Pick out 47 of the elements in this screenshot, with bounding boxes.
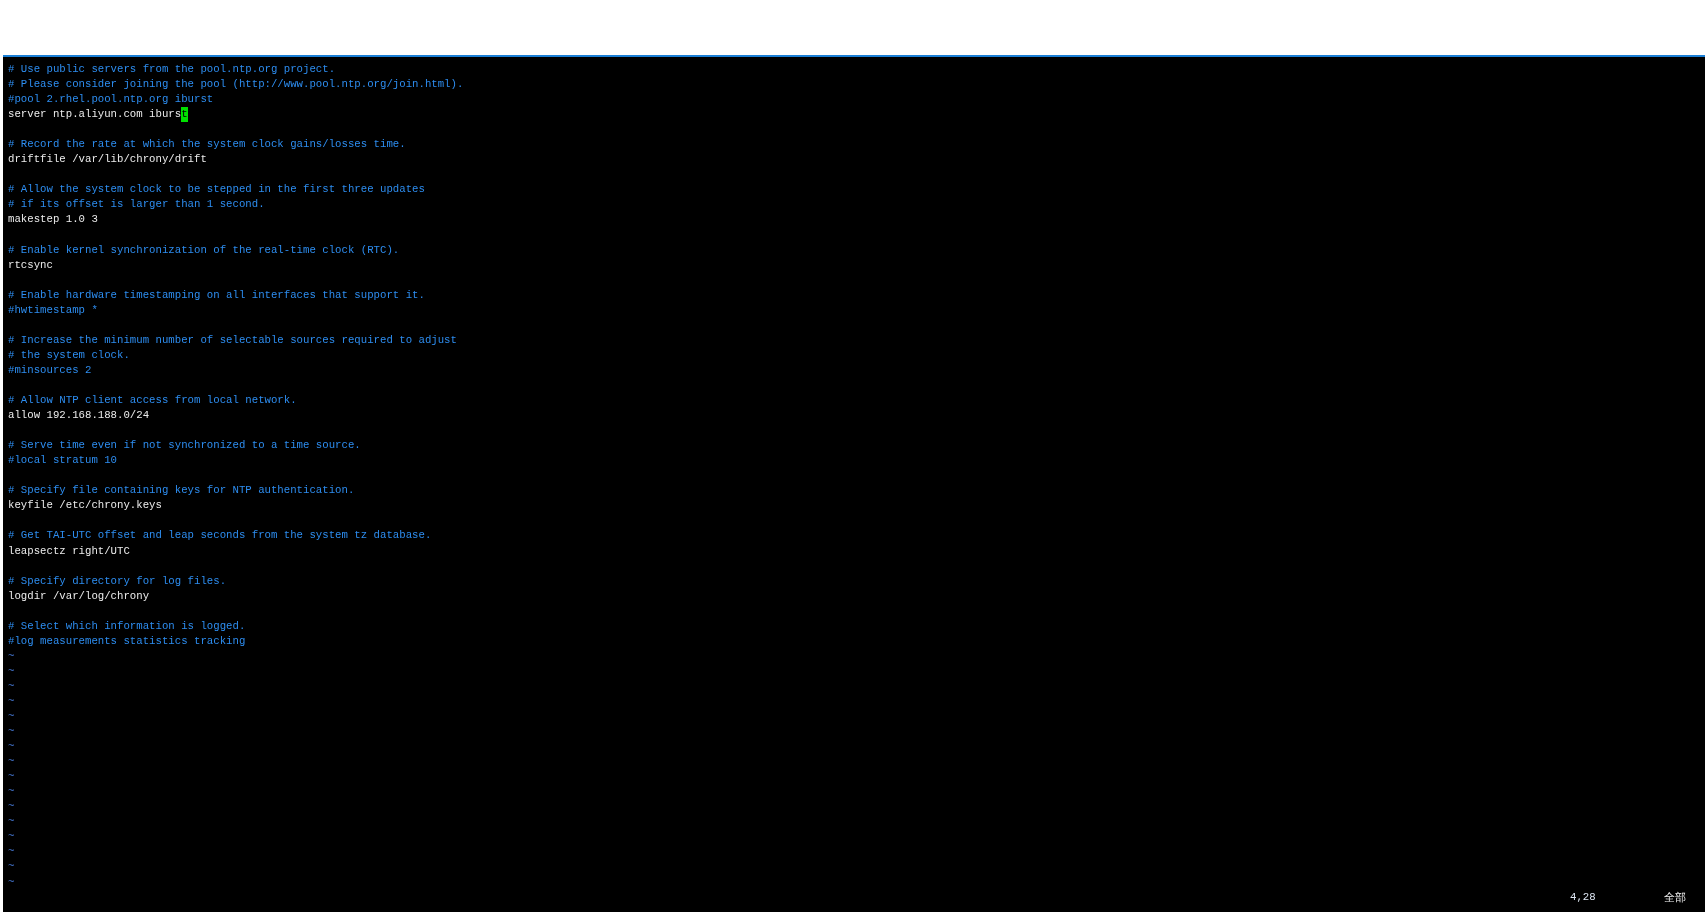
comment-line: # Specify directory for log files. <box>8 573 227 589</box>
empty-line-marker: ~ <box>8 754 15 770</box>
config-line: allow 192.168.188.0/24 <box>8 408 150 424</box>
empty-line-marker: ~ <box>8 859 15 875</box>
comment-line: # Select which information is logged. <box>8 618 246 634</box>
cursor-position: 4,28 <box>1570 889 1596 905</box>
comment-line: #minsources 2 <box>8 362 92 378</box>
comment-line: #log measurements statistics tracking <box>8 633 246 649</box>
comment-line: # Please consider joining the pool (http://www.pool.ntp.org/join.html). <box>8 77 464 93</box>
empty-line-marker: ~ <box>8 874 15 890</box>
comment-line: # Increase the minimum number of selectable sources required to adjust <box>8 332 457 348</box>
config-line: keyfile /etc/chrony.keys <box>8 498 162 514</box>
comment-line: #local stratum 10 <box>8 453 118 469</box>
config-line: makestep 1.0 3 <box>8 212 98 228</box>
config-line: logdir /var/log/chrony <box>8 588 150 604</box>
empty-line-marker: ~ <box>8 678 15 694</box>
scroll-indicator: 全部 <box>1663 889 1686 905</box>
empty-line-marker: ~ <box>8 829 15 845</box>
comment-line: # Get TAI-UTC offset and leap seconds from the system tz database. <box>8 528 432 544</box>
comment-line: # Allow the system clock to be stepped in the first three updates <box>8 182 425 198</box>
empty-line-marker: ~ <box>8 709 15 724</box>
comment-line: # the system clock. <box>8 347 130 363</box>
comment-line: # Use public servers from the pool.ntp.org project. <box>8 62 336 77</box>
empty-line-marker: ~ <box>8 799 15 815</box>
config-line: driftfile /var/lib/chrony/drift <box>8 152 207 168</box>
empty-line-marker: ~ <box>8 663 15 679</box>
config-line: server ntp.aliyun.com iburs <box>8 107 182 123</box>
empty-line-marker: ~ <box>8 648 15 664</box>
empty-line-marker: ~ <box>8 844 15 860</box>
comment-line: # Enable kernel synchronization of the real-time clock (RTC). <box>8 242 400 258</box>
text-cursor: t <box>181 107 188 123</box>
comment-line: #pool 2.rhel.pool.ntp.org iburst <box>8 92 214 108</box>
comment-line: # Record the rate at which the system clock gains/losses time. <box>8 137 406 153</box>
comment-line: # Enable hardware timestamping on all interfaces that support it. <box>8 287 425 303</box>
empty-line-marker: ~ <box>8 739 15 755</box>
comment-line: # Serve time even if not synchronized to a time source. <box>8 438 361 454</box>
empty-line-marker: ~ <box>8 769 15 785</box>
comment-line: # Allow NTP client access from local network. <box>8 393 297 409</box>
comment-line: #hwtimestamp * <box>8 302 98 318</box>
config-line: rtcsync <box>8 257 53 273</box>
empty-line-marker: ~ <box>8 724 15 740</box>
config-line: leapsectz right/UTC <box>8 543 130 559</box>
comment-line: # Specify file containing keys for NTP authentication. <box>8 483 355 499</box>
comment-line: # if its offset is larger than 1 second. <box>8 197 265 213</box>
empty-line-marker: ~ <box>8 814 15 830</box>
empty-line-marker: ~ <box>8 784 15 800</box>
empty-line-marker: ~ <box>8 693 15 709</box>
